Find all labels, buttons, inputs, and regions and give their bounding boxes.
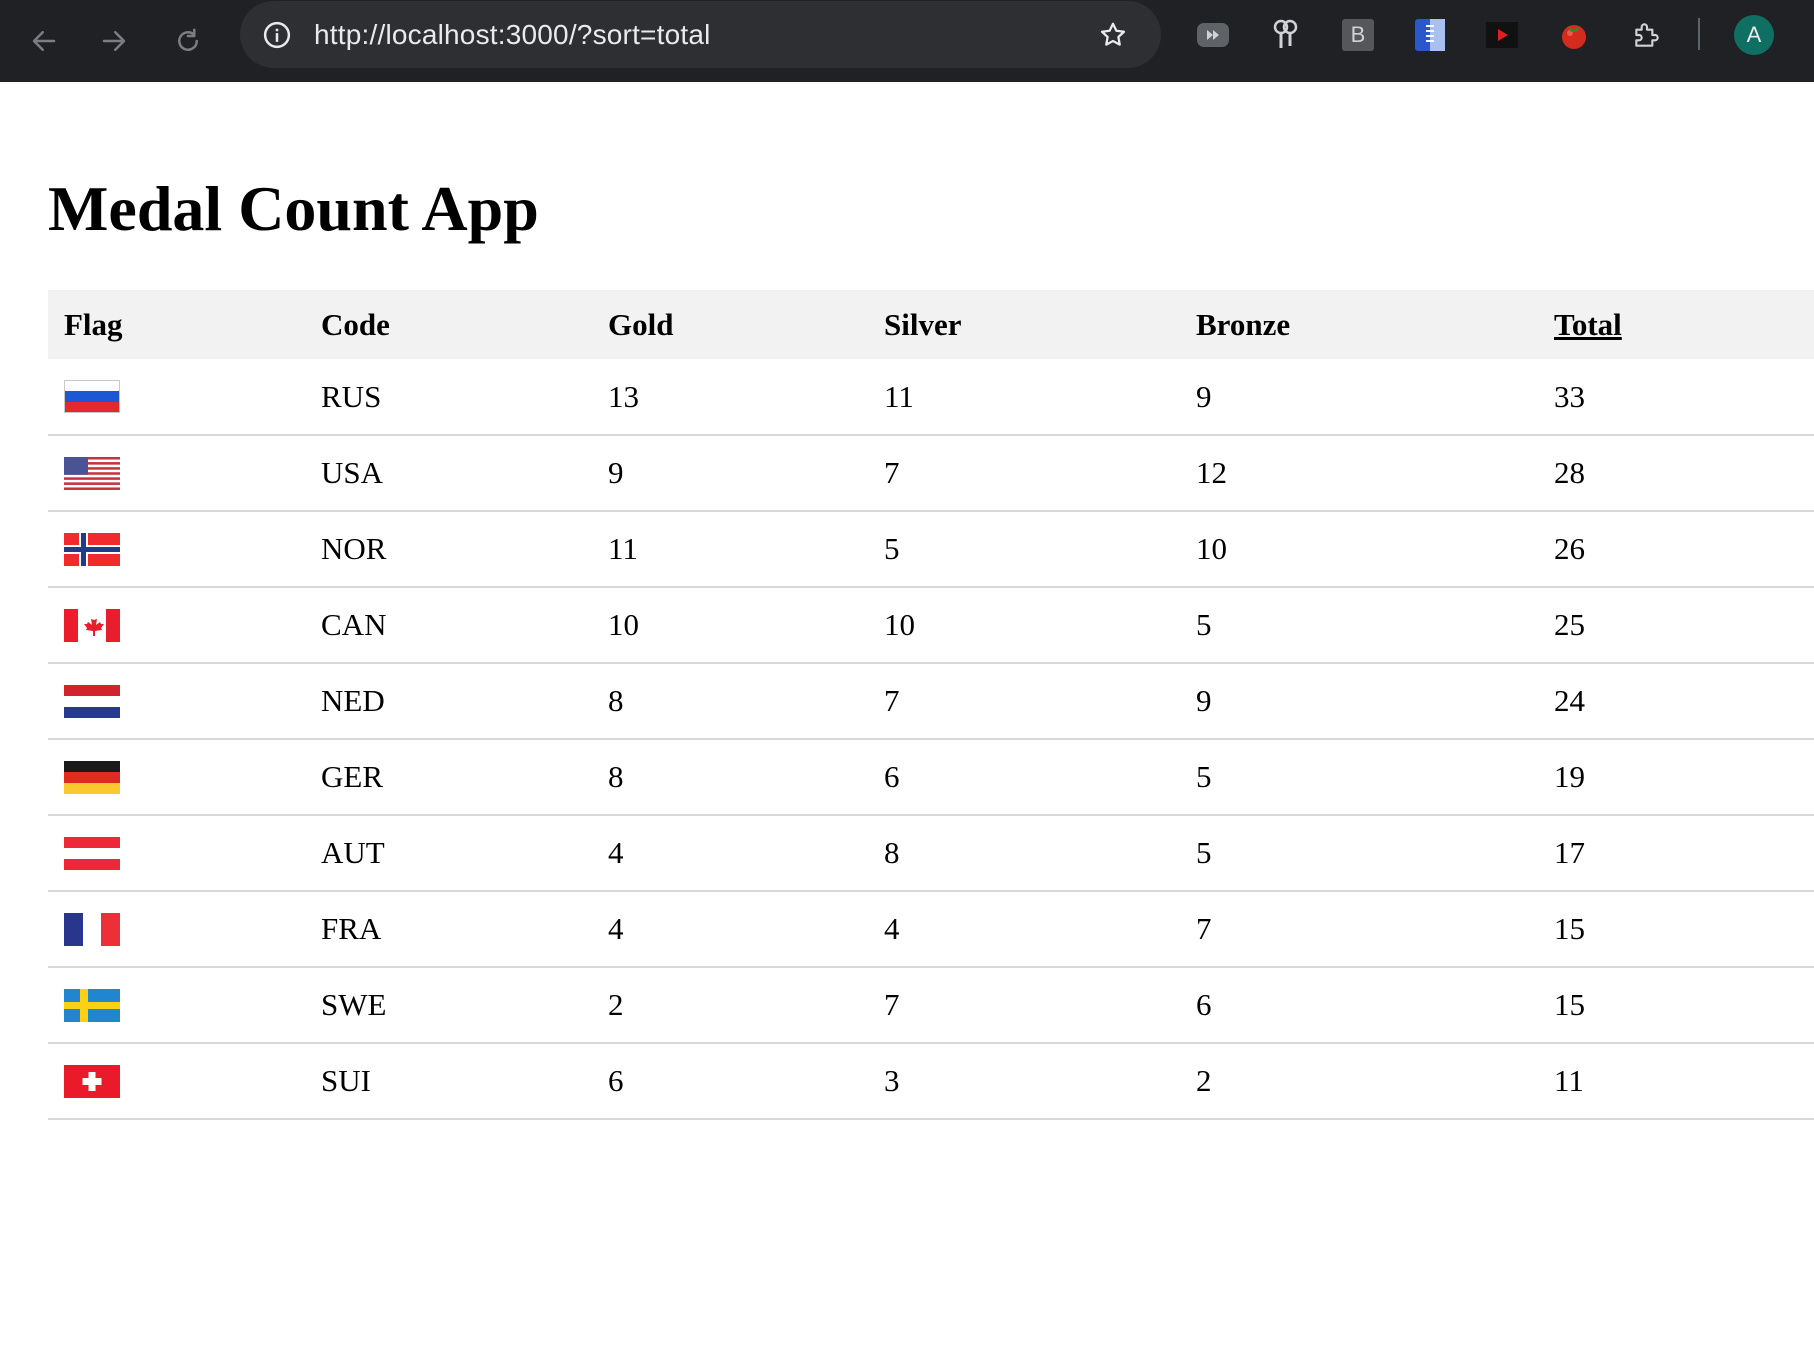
country-code: CAN	[305, 587, 592, 664]
b-extension-icon[interactable]: B	[1337, 14, 1379, 56]
bronze-count: 5	[1180, 815, 1538, 892]
total-count: 26	[1538, 511, 1814, 588]
country-code: USA	[305, 435, 592, 512]
country-code: NED	[305, 663, 592, 740]
gold-count: 4	[592, 815, 868, 892]
address-bar[interactable]: http://localhost:3000/?sort=total	[240, 1, 1161, 68]
browser-toolbar: http://localhost:3000/?sort=total B A	[0, 0, 1814, 82]
russia-flag-icon	[64, 380, 120, 413]
silver-count: 10	[868, 587, 1180, 664]
reload-button[interactable]	[165, 18, 211, 64]
table-row: GER 8 6 5 19	[48, 739, 1814, 816]
puzzle-extensions-icon[interactable]	[1626, 14, 1668, 56]
table-row: SUI 6 3 2 11	[48, 1043, 1814, 1120]
url-text[interactable]: http://localhost:3000/?sort=total	[314, 15, 711, 55]
silver-count: 7	[868, 967, 1180, 1044]
norway-flag-icon	[64, 532, 120, 566]
gold-count: 8	[592, 663, 868, 740]
country-code: FRA	[305, 891, 592, 968]
bronze-count: 9	[1180, 359, 1538, 436]
total-count: 17	[1538, 815, 1814, 892]
sweden-flag-icon	[64, 988, 120, 1022]
total-count: 15	[1538, 967, 1814, 1044]
video-extension-icon[interactable]	[1481, 14, 1523, 56]
bronze-count: 10	[1180, 511, 1538, 588]
silver-count: 8	[868, 815, 1180, 892]
gold-count: 4	[592, 891, 868, 968]
silver-count: 7	[868, 435, 1180, 512]
gold-count: 11	[592, 511, 868, 588]
header-bronze[interactable]: Bronze	[1180, 290, 1538, 359]
header-flag[interactable]: Flag	[48, 290, 305, 359]
total-count: 11	[1538, 1043, 1814, 1120]
total-count: 33	[1538, 359, 1814, 436]
switzerland-flag-icon	[64, 1064, 120, 1098]
back-button[interactable]	[21, 18, 67, 64]
site-info-icon[interactable]	[257, 15, 297, 55]
table-row: SWE 2 7 6 15	[48, 967, 1814, 1044]
table-header-row: Flag Code Gold Silver Bronze Total	[48, 290, 1814, 359]
total-count: 24	[1538, 663, 1814, 740]
germany-flag-icon	[64, 760, 120, 794]
forward-button[interactable]	[91, 18, 137, 64]
table-row: AUT 4 8 5 17	[48, 815, 1814, 892]
gold-count: 10	[592, 587, 868, 664]
total-count: 28	[1538, 435, 1814, 512]
bronze-count: 5	[1180, 587, 1538, 664]
silver-count: 7	[868, 663, 1180, 740]
silver-count: 5	[868, 511, 1180, 588]
table-row: NED 8 7 9 24	[48, 663, 1814, 740]
usa-flag-icon	[64, 456, 120, 490]
media-extension-icon[interactable]	[1192, 14, 1234, 56]
gold-count: 2	[592, 967, 868, 1044]
table-row: FRA 4 4 7 15	[48, 891, 1814, 968]
bronze-count: 6	[1180, 967, 1538, 1044]
country-code: GER	[305, 739, 592, 816]
table-row: CAN 10 10 5 25	[48, 587, 1814, 664]
header-code[interactable]: Code	[305, 290, 592, 359]
gold-count: 13	[592, 359, 868, 436]
table-row: RUS 13 11 9 33	[48, 359, 1814, 436]
total-count: 15	[1538, 891, 1814, 968]
toolbar-divider	[1698, 18, 1700, 50]
reload-icon	[178, 28, 198, 51]
country-code: NOR	[305, 511, 592, 588]
gold-count: 9	[592, 435, 868, 512]
country-code: AUT	[305, 815, 592, 892]
silver-count: 6	[868, 739, 1180, 816]
medal-table: Flag Code Gold Silver Bronze Total RUS 1…	[48, 290, 1814, 1120]
country-code: SWE	[305, 967, 592, 1044]
france-flag-icon	[64, 912, 120, 946]
header-total[interactable]: Total	[1538, 290, 1814, 359]
canada-flag-icon	[64, 608, 120, 642]
gold-count: 8	[592, 739, 868, 816]
bronze-count: 7	[1180, 891, 1538, 968]
silver-count: 11	[868, 359, 1180, 436]
country-code: RUS	[305, 359, 592, 436]
silver-count: 3	[868, 1043, 1180, 1120]
arrow-right-icon	[102, 31, 126, 51]
austria-flag-icon	[64, 836, 120, 870]
bronze-count: 5	[1180, 739, 1538, 816]
bookmark-star-icon[interactable]	[1093, 15, 1133, 55]
table-row: USA 9 7 12 28	[48, 435, 1814, 512]
silver-count: 4	[868, 891, 1180, 968]
arrow-left-icon	[32, 31, 56, 51]
netherlands-flag-icon	[64, 684, 120, 718]
total-count: 25	[1538, 587, 1814, 664]
header-silver[interactable]: Silver	[868, 290, 1180, 359]
table-row: NOR 11 5 10 26	[48, 511, 1814, 588]
bronze-count: 2	[1180, 1043, 1538, 1120]
bronze-count: 9	[1180, 663, 1538, 740]
reader-extension-icon[interactable]	[1409, 14, 1451, 56]
tomato-extension-icon[interactable]	[1553, 14, 1595, 56]
header-gold[interactable]: Gold	[592, 290, 868, 359]
gold-count: 6	[592, 1043, 868, 1120]
total-count: 19	[1538, 739, 1814, 816]
page-title: Medal Count App	[48, 173, 539, 244]
profile-avatar[interactable]: A	[1734, 15, 1774, 55]
country-code: SUI	[305, 1043, 592, 1120]
bronze-count: 12	[1180, 435, 1538, 512]
key-extension-icon[interactable]	[1264, 14, 1306, 56]
